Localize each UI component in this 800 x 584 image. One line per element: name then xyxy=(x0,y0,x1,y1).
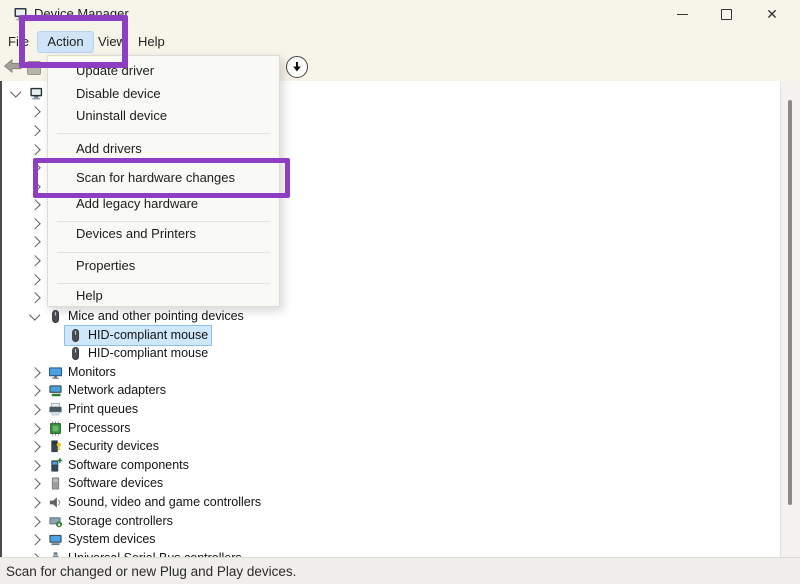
speaker-icon xyxy=(48,495,63,510)
processor-icon xyxy=(48,421,63,436)
vertical-scrollbar[interactable] xyxy=(780,81,800,557)
close-icon: ✕ xyxy=(766,7,778,21)
tree-item-label: Storage controllers xyxy=(68,512,173,531)
menu-item-devices-and-printers[interactable]: Devices and Printers xyxy=(48,223,279,245)
chevron-right-icon[interactable] xyxy=(29,274,40,285)
tree-item-hid-mouse-selected[interactable]: HID-compliant mouse xyxy=(2,326,781,345)
chevron-right-icon[interactable] xyxy=(29,404,40,415)
chevron-right-icon[interactable] xyxy=(29,236,40,247)
chevron-right-icon[interactable] xyxy=(29,497,40,508)
security-device-icon xyxy=(48,439,63,454)
maximize-icon xyxy=(721,9,732,20)
tree-item-network-adapters[interactable]: Network adapters xyxy=(2,381,781,400)
device-manager-window: Device Manager ✕ File Action View Help xyxy=(0,0,800,584)
mouse-icon xyxy=(48,309,63,324)
tree-item-label: Software devices xyxy=(68,474,163,493)
menu-help[interactable]: Help xyxy=(138,28,165,55)
tree-item-storage-controllers[interactable]: Storage controllers xyxy=(2,512,781,531)
tree-item-label: Mice and other pointing devices xyxy=(68,307,244,326)
status-bar: Scan for changed or new Plug and Play de… xyxy=(0,557,800,584)
tree-item-label: Print queues xyxy=(68,400,138,419)
tree-item-software-devices[interactable]: Software devices xyxy=(2,474,781,493)
menu-item-disable-device[interactable]: Disable device xyxy=(48,83,279,105)
tree-item-label: Network adapters xyxy=(68,381,166,400)
tree-item-usb-controllers[interactable]: Universal Serial Bus controllers xyxy=(2,549,781,558)
mouse-icon xyxy=(68,328,83,343)
tree-item-mice[interactable]: Mice and other pointing devices xyxy=(2,307,781,326)
chevron-right-icon[interactable] xyxy=(29,478,40,489)
menu-item-help[interactable]: Help xyxy=(48,285,279,307)
minimize-button[interactable] xyxy=(664,2,700,26)
chevron-right-icon[interactable] xyxy=(29,423,40,434)
tree-item-label: HID-compliant mouse xyxy=(88,326,208,345)
tree-item-label: System devices xyxy=(68,530,156,549)
tree-item-label: Universal Serial Bus controllers xyxy=(68,549,242,558)
tree-item-label: Monitors xyxy=(68,363,116,382)
tree-item-software-components[interactable]: Software components xyxy=(2,456,781,475)
chevron-right-icon[interactable] xyxy=(29,460,40,471)
menu-item-add-drivers[interactable]: Add drivers xyxy=(48,138,279,160)
tree-item-label: Software components xyxy=(68,456,189,475)
tree-item-system-devices[interactable]: System devices xyxy=(2,530,781,549)
chevron-right-icon[interactable] xyxy=(29,144,40,155)
annotation-box-scan-for-hardware-changes xyxy=(33,158,290,198)
chevron-right-icon[interactable] xyxy=(29,441,40,452)
system-device-icon xyxy=(48,532,63,547)
close-button[interactable]: ✕ xyxy=(754,2,790,26)
chevron-down-icon[interactable] xyxy=(29,309,40,320)
tree-item-print-queues[interactable]: Print queues xyxy=(2,400,781,419)
scan-circle-down-arrow-icon[interactable] xyxy=(286,56,308,78)
chevron-right-icon[interactable] xyxy=(29,292,40,303)
chevron-right-icon[interactable] xyxy=(29,534,40,545)
mouse-icon xyxy=(68,346,83,361)
computer-icon xyxy=(29,86,44,101)
minimize-icon xyxy=(677,14,688,15)
tree-item-label: Processors xyxy=(68,419,131,438)
chevron-right-icon[interactable] xyxy=(29,125,40,136)
chevron-right-icon[interactable] xyxy=(29,367,40,378)
chevron-right-icon[interactable] xyxy=(29,255,40,266)
software-component-icon xyxy=(48,458,63,473)
storage-controller-icon xyxy=(48,514,63,529)
annotation-box-action-menu xyxy=(19,15,128,68)
menu-separator xyxy=(57,252,270,253)
software-device-icon xyxy=(48,476,63,491)
chevron-right-icon[interactable] xyxy=(29,516,40,527)
menu-item-properties[interactable]: Properties xyxy=(48,255,279,277)
maximize-button[interactable] xyxy=(708,2,744,26)
chevron-right-icon[interactable] xyxy=(29,199,40,210)
tree-item-security-devices[interactable]: Security devices xyxy=(2,437,781,456)
scrollbar-thumb[interactable] xyxy=(788,100,792,505)
chevron-right-icon[interactable] xyxy=(29,218,40,229)
menu-item-uninstall-device[interactable]: Uninstall device xyxy=(48,105,279,127)
tree-item-label: Sound, video and game controllers xyxy=(68,493,261,512)
tree-item-label: HID-compliant mouse xyxy=(88,344,208,363)
tree-item-monitors[interactable]: Monitors xyxy=(2,363,781,382)
menu-separator xyxy=(57,283,270,284)
status-text: Scan for changed or new Plug and Play de… xyxy=(6,558,296,584)
chevron-right-icon[interactable] xyxy=(29,385,40,396)
tree-item-processors[interactable]: Processors xyxy=(2,419,781,438)
chevron-right-icon[interactable] xyxy=(29,106,40,117)
network-adapter-icon xyxy=(48,383,63,398)
printer-icon xyxy=(48,402,63,417)
menu-separator xyxy=(57,221,270,222)
chevron-down-icon[interactable] xyxy=(10,86,21,97)
tree-item-label: Security devices xyxy=(68,437,159,456)
tree-item-hid-mouse[interactable]: HID-compliant mouse xyxy=(2,344,781,363)
menu-separator xyxy=(57,133,270,134)
monitor-icon xyxy=(48,365,63,380)
tree-item-sound-video-game[interactable]: Sound, video and game controllers xyxy=(2,493,781,512)
